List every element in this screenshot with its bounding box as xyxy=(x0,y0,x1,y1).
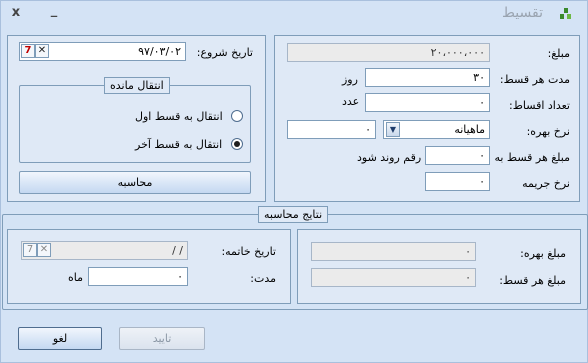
rounding-unit: رقم روند شود xyxy=(357,151,422,164)
remainder-group xyxy=(19,85,251,163)
penalty-label: نرخ جریمه xyxy=(522,177,570,190)
parameters-panel: مبلغ: ۲۰،۰۰۰،۰۰۰ مدت هر قسط: ۳۰ روز تعدا… xyxy=(274,35,580,202)
radio-first-installment[interactable] xyxy=(231,110,243,122)
calculate-button[interactable]: محاسبه xyxy=(19,171,251,194)
results-left-panel: تاریخ خاتمه: / / 7 ✕ مدت: ۰ ماه xyxy=(7,229,291,304)
duration-unit: ماه xyxy=(68,271,84,284)
count-field[interactable]: ۰ xyxy=(365,93,490,112)
installment-window: تقسیط x _ مبلغ: ۲۰،۰۰۰،۰۰۰ مدت هر قسط: ۳… xyxy=(0,0,588,363)
close-icon[interactable]: x xyxy=(9,6,23,20)
period-unit: روز xyxy=(342,73,358,86)
minimize-icon[interactable]: _ xyxy=(47,4,61,18)
period-field[interactable]: ۳۰ xyxy=(365,68,490,87)
installment-label: مبلغ هر قسط: xyxy=(499,274,566,287)
results-group-title: نتایج محاسبه xyxy=(258,206,329,223)
start-date-label: تاریخ شروع: xyxy=(196,46,253,59)
clear-icon[interactable]: ✕ xyxy=(37,243,51,257)
results-right-panel: مبلغ بهره: ۰ مبلغ هر قسط: ۰ xyxy=(297,229,581,304)
installment-field[interactable]: ۰ xyxy=(311,268,476,287)
duration-field[interactable]: ۰ xyxy=(88,267,188,286)
interest-field[interactable]: ۰ xyxy=(311,242,476,261)
confirm-button[interactable]: تایید xyxy=(119,327,205,350)
count-label: تعداد اقساط: xyxy=(509,99,570,112)
interest-label: مبلغ بهره: xyxy=(520,247,566,260)
cancel-button[interactable]: لغو xyxy=(18,327,102,350)
radio-last-installment[interactable] xyxy=(231,138,243,150)
period-label: مدت هر قسط: xyxy=(499,73,570,86)
title-bar: تقسیط x _ xyxy=(1,1,587,27)
duration-label: مدت: xyxy=(250,272,276,285)
window-title: تقسیط xyxy=(502,5,543,21)
rounding-label: مبلغ هر قسط به xyxy=(494,151,570,164)
remainder-group-title: انتقال مانده xyxy=(104,77,170,94)
chevron-down-icon[interactable]: ▼ xyxy=(386,122,400,137)
radio-first-label: انتقال به قسط اول xyxy=(135,110,223,123)
amount-label: مبلغ: xyxy=(547,47,570,60)
options-panel: تاریخ شروع: ۹۷/۰۳/۰۲ 7 ✕ انتقال مانده ان… xyxy=(7,35,266,202)
rounding-field[interactable]: ۰ xyxy=(425,146,490,165)
count-unit: عدد xyxy=(342,95,360,108)
clear-icon[interactable]: ✕ xyxy=(35,44,49,58)
amount-field[interactable]: ۲۰،۰۰۰،۰۰۰ xyxy=(287,43,490,62)
radio-last-label: انتقال به قسط آخر xyxy=(135,138,223,151)
rate-field[interactable]: ۰ xyxy=(287,120,376,139)
app-icon xyxy=(560,8,571,19)
penalty-field[interactable]: ۰ xyxy=(425,172,490,191)
end-date-label: تاریخ خاتمه: xyxy=(221,245,276,258)
calendar-icon[interactable]: 7 xyxy=(21,44,35,58)
calendar-icon[interactable]: 7 xyxy=(23,243,37,257)
rate-label: نرخ بهره: xyxy=(526,125,570,138)
